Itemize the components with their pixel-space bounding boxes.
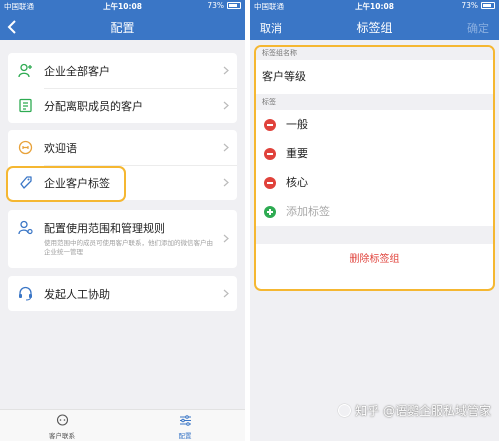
tag-label[interactable]: 核心 bbox=[286, 176, 308, 189]
battery-percent: 73% bbox=[461, 1, 478, 10]
tag-label[interactable]: 一般 bbox=[286, 118, 308, 131]
section-header-group-name: 标签组名称 bbox=[256, 47, 493, 60]
menu-item-all-customers[interactable]: 企业全部客户 bbox=[8, 53, 237, 88]
chevron-right-icon bbox=[223, 234, 229, 243]
page-title: 标签组 bbox=[356, 21, 393, 35]
menu-item-label: 欢迎语 bbox=[44, 141, 77, 155]
tab-label: 配置 bbox=[178, 432, 192, 440]
person-add-icon bbox=[18, 63, 32, 78]
remove-tag-icon[interactable] bbox=[264, 177, 276, 189]
chevron-right-icon bbox=[223, 101, 229, 110]
menu-card-assist: 发起人工协助 bbox=[8, 276, 237, 311]
chevron-right-icon bbox=[223, 289, 229, 298]
tag-item: 一般 bbox=[256, 110, 493, 139]
nav-bar: 配置 bbox=[0, 13, 245, 40]
watermark: 知乎 @语鹦企服私域管家 bbox=[338, 402, 491, 419]
menu-item-welcome[interactable]: 欢迎语 bbox=[8, 130, 237, 165]
tag-item: 重要 bbox=[256, 139, 493, 168]
config-screen: 中国联通 上午10:08 73% 配置 企业全部客户 分配离职成员的客户 欢迎语 bbox=[0, 0, 245, 441]
customer-tags-highlight bbox=[6, 166, 126, 202]
tab-config[interactable]: 配置 bbox=[155, 414, 215, 440]
chevron-right-icon bbox=[223, 143, 229, 152]
headset-icon bbox=[19, 286, 32, 301]
chevron-right-icon bbox=[223, 178, 229, 187]
menu-item-label: 发起人工协助 bbox=[44, 287, 110, 301]
group-name-input[interactable]: 客户等级 bbox=[256, 60, 493, 94]
confirm-button[interactable]: 确定 bbox=[467, 20, 489, 36]
menu-item-label: 配置使用范围和管理规则 bbox=[44, 222, 165, 235]
nav-bar: 取消 标签组 确定 bbox=[250, 13, 499, 40]
battery-icon bbox=[481, 2, 495, 9]
chevron-right-icon bbox=[223, 66, 229, 75]
watermark-text: 知乎 @语鹦企服私域管家 bbox=[355, 404, 491, 418]
battery-icon bbox=[227, 2, 241, 9]
tab-customer-contact[interactable]: 客户联系 bbox=[32, 414, 92, 440]
remove-tag-icon[interactable] bbox=[264, 148, 276, 160]
battery-percent: 73% bbox=[207, 1, 224, 10]
tag-item: 核心 bbox=[256, 168, 493, 197]
tag-label[interactable]: 重要 bbox=[286, 147, 308, 160]
menu-item-label: 企业全部客户 bbox=[44, 64, 110, 78]
person-settings-icon bbox=[18, 220, 33, 235]
status-bar: 中国联通 上午10:08 73% bbox=[0, 0, 245, 13]
delete-tag-group-button[interactable]: 删除标签组 bbox=[256, 244, 493, 276]
tag-group-screen: 中国联通 上午10:08 73% 取消 标签组 确定 标签组名称 客户等级 标签… bbox=[250, 0, 499, 441]
page-title: 配置 bbox=[110, 21, 135, 35]
menu-card-rules: 配置使用范围和管理规则 使用范围中的成员可使用客户联系，他们添加的微信客户由企业… bbox=[8, 210, 237, 268]
tab-bar: 客户联系 配置 bbox=[0, 409, 245, 441]
add-tag-icon bbox=[264, 206, 276, 218]
watermark-logo-icon bbox=[338, 404, 352, 417]
status-bar: 中国联通 上午10:08 73% bbox=[250, 0, 499, 13]
section-header-tags: 标签 bbox=[256, 94, 493, 110]
menu-item-label: 分配离职成员的客户 bbox=[44, 99, 143, 113]
menu-card-customers: 企业全部客户 分配离职成员的客户 bbox=[8, 53, 237, 123]
welcome-message-icon bbox=[18, 140, 33, 155]
assign-document-icon bbox=[19, 98, 32, 113]
menu-item-description: 使用范围中的成员可使用客户联系，他们添加的微信客户由企业统一管理 bbox=[44, 239, 213, 256]
menu-item-assign-departed[interactable]: 分配离职成员的客户 bbox=[8, 88, 237, 123]
remove-tag-icon[interactable] bbox=[264, 119, 276, 131]
sliders-icon bbox=[179, 415, 191, 426]
menu-item-manual-assist[interactable]: 发起人工协助 bbox=[8, 276, 237, 311]
chat-bubble-icon bbox=[56, 414, 68, 426]
tag-group-form: 标签组名称 客户等级 标签 一般 重要 核心 添加标签 删除标签组 bbox=[254, 45, 495, 291]
menu-item-scope-rules[interactable]: 配置使用范围和管理规则 使用范围中的成员可使用客户联系，他们添加的微信客户由企业… bbox=[8, 210, 237, 268]
add-tag-button[interactable]: 添加标签 bbox=[256, 197, 493, 226]
add-tag-label: 添加标签 bbox=[286, 205, 330, 218]
tab-label: 客户联系 bbox=[49, 432, 75, 440]
